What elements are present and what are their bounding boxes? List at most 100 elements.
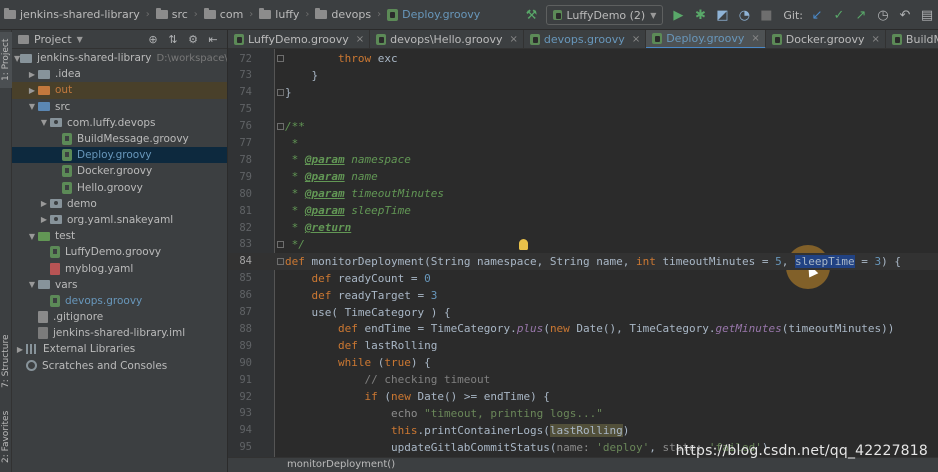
method-breadcrumb[interactable]: monitorDeployment() [287, 459, 395, 470]
code-line[interactable]: 84 def monitorDeployment(String namespace… [228, 252, 938, 270]
profile-icon[interactable]: ◔ [733, 4, 755, 26]
code-line[interactable]: 76 /** [228, 118, 938, 135]
run-icon[interactable]: ▶ [667, 4, 689, 26]
code-line[interactable]: 87 use( TimeCategory ) { [228, 304, 938, 321]
breadcrumb-item[interactable]: Deploy.groovy [383, 0, 482, 30]
code-line[interactable]: 89 def lastRolling [228, 337, 938, 354]
tree-item[interactable]: ▼ jenkins-shared-library D:\workspace\lu… [12, 50, 227, 66]
code-line[interactable]: 93 echo "timeout, printing logs..." [228, 405, 938, 422]
expand-arrow-icon[interactable]: ▼ [26, 280, 38, 289]
hide-panel-icon[interactable]: ⇤ [203, 33, 223, 46]
git-update-icon[interactable]: ↙ [806, 4, 828, 26]
code-line[interactable]: 74} [228, 84, 938, 101]
editor-tab[interactable]: BuildMessage.groovy × [886, 30, 938, 48]
code-line[interactable]: 82 * @return [228, 219, 938, 236]
tree-item[interactable]: jenkins-shared-library.iml [12, 325, 227, 341]
breadcrumb-item[interactable]: devops › [311, 0, 383, 30]
tree-item[interactable]: myblog.yaml [12, 260, 227, 276]
code-line[interactable]: 91 // checking timeout [228, 371, 938, 388]
git-push-icon[interactable]: ↗ [850, 4, 872, 26]
breadcrumb-item[interactable]: luffy › [255, 0, 311, 30]
code-line[interactable]: 73 } [228, 67, 938, 84]
code-line[interactable]: 86 def readyTarget = 3 [228, 287, 938, 304]
collapse-arrow-icon[interactable]: ▶ [26, 86, 38, 95]
project-structure-icon[interactable]: ▤ [916, 4, 938, 26]
code-line[interactable]: 90 while (true) { [228, 354, 938, 371]
favorites-tool-tab[interactable]: 2: Favorites [0, 406, 12, 468]
locate-file-icon[interactable]: ⊕ [143, 33, 163, 46]
code-line[interactable]: 88 def endTime = TimeCategory.plus(new D… [228, 320, 938, 337]
collapse-all-icon[interactable]: ⇅ [163, 33, 183, 46]
code-line[interactable]: 83 */ [228, 236, 938, 253]
editor-tab[interactable]: devops\Hello.groovy × [370, 30, 524, 48]
code-line[interactable]: 80 * @param timeoutMinutes [228, 185, 938, 202]
tree-item[interactable]: ▶ org.yaml.snakeyaml [12, 212, 227, 228]
tree-item[interactable]: ▶ out [12, 82, 227, 99]
tree-item[interactable]: ▶ demo [12, 196, 227, 212]
stop-icon[interactable]: ■ [755, 4, 777, 26]
editor-tab[interactable]: Docker.groovy × [766, 30, 886, 48]
editor-tab-active[interactable]: Deploy.groovy × [646, 30, 766, 48]
code-line[interactable]: 79 * @param name [228, 168, 938, 185]
tree-item[interactable]: ▼ test [12, 228, 227, 244]
tree-item[interactable]: devops.groovy [12, 293, 227, 309]
code-line[interactable]: 85 def readyCount = 0 [228, 270, 938, 287]
close-icon[interactable]: × [509, 34, 517, 45]
code-editor[interactable]: 72 throw exc 73 } 74} 75 76/** 77 * 78 * @para… [228, 49, 938, 457]
build-hammer-icon[interactable]: ⚒ [520, 4, 542, 26]
close-icon[interactable]: × [872, 34, 880, 45]
tree-item[interactable]: ▶ .idea [12, 66, 227, 82]
tree-item[interactable]: LuffyDemo.groovy [12, 244, 227, 260]
fold-marker-icon[interactable] [277, 240, 284, 248]
project-tool-tab-label: 1: Project [1, 38, 11, 82]
tree-item[interactable]: .gitignore [12, 309, 227, 325]
expand-arrow-icon[interactable]: ▼ [26, 232, 38, 241]
chevron-down-icon[interactable]: ▼ [77, 35, 83, 44]
expand-arrow-icon[interactable]: ▼ [38, 118, 50, 127]
fold-marker-icon[interactable] [277, 88, 284, 96]
tree-item[interactable]: Scratches and Consoles [12, 358, 227, 374]
expand-arrow-icon[interactable]: ▼ [26, 102, 38, 111]
editor-tab[interactable]: LuffyDemo.groovy × [228, 30, 371, 48]
tree-item[interactable]: Hello.groovy [12, 180, 227, 196]
tree-item[interactable]: Deploy.groovy [12, 147, 227, 164]
fold-marker-icon[interactable] [277, 55, 284, 62]
close-icon[interactable]: × [356, 34, 364, 45]
code-line[interactable]: 78 * @param namespace [228, 151, 938, 168]
tree-item[interactable]: Docker.groovy [12, 163, 227, 179]
debug-icon[interactable]: ✱ [689, 4, 711, 26]
run-configuration-select[interactable]: LuffyDemo (2) ▼ [546, 5, 664, 25]
tree-item[interactable]: ▼ com.luffy.devops [12, 115, 227, 131]
history-clock-icon[interactable]: ◷ [872, 4, 894, 26]
code-line[interactable]: 81 * @param sleepTime [228, 202, 938, 219]
close-icon[interactable]: × [632, 34, 640, 45]
tree-item[interactable]: ▼ vars [12, 277, 227, 293]
breadcrumb-item[interactable]: com › [200, 0, 256, 30]
collapse-arrow-icon[interactable]: ▶ [26, 70, 38, 79]
code-line[interactable]: 77 * [228, 135, 938, 152]
tree-item[interactable]: ▼ src [12, 99, 227, 115]
close-icon[interactable]: × [751, 33, 759, 44]
code-line[interactable]: 94 this.printContainerLogs(lastRolling) [228, 422, 938, 439]
rollback-icon[interactable]: ↶ [894, 4, 916, 26]
tree-item[interactable]: ▶ External Libraries [12, 341, 227, 357]
git-commit-icon[interactable]: ✓ [828, 4, 850, 26]
code-line[interactable]: 72 throw exc [228, 50, 938, 67]
tree-item[interactable]: BuildMessage.groovy [12, 131, 227, 147]
editor-tab[interactable]: devops.groovy × [524, 30, 647, 48]
code-line[interactable]: 92 if (new Date() >= endTime) { [228, 388, 938, 405]
fold-marker-icon[interactable] [277, 257, 284, 265]
structure-tool-tab[interactable]: 7: Structure [0, 330, 12, 392]
line-number: 91 [239, 373, 252, 386]
project-panel-title[interactable]: Project [34, 33, 72, 46]
breadcrumb-item[interactable]: jenkins-shared-library › [0, 0, 152, 30]
fold-marker-icon[interactable] [277, 122, 284, 130]
collapse-arrow-icon[interactable]: ▶ [38, 199, 50, 208]
project-tool-tab[interactable]: 1: Project [0, 32, 12, 88]
breadcrumb-item[interactable]: src › [152, 0, 200, 30]
collapse-arrow-icon[interactable]: ▶ [14, 345, 26, 354]
collapse-arrow-icon[interactable]: ▶ [38, 215, 50, 224]
gear-icon[interactable]: ⚙ [183, 33, 203, 46]
code-line[interactable]: 75 [228, 101, 938, 118]
coverage-icon[interactable]: ◩ [711, 4, 733, 26]
